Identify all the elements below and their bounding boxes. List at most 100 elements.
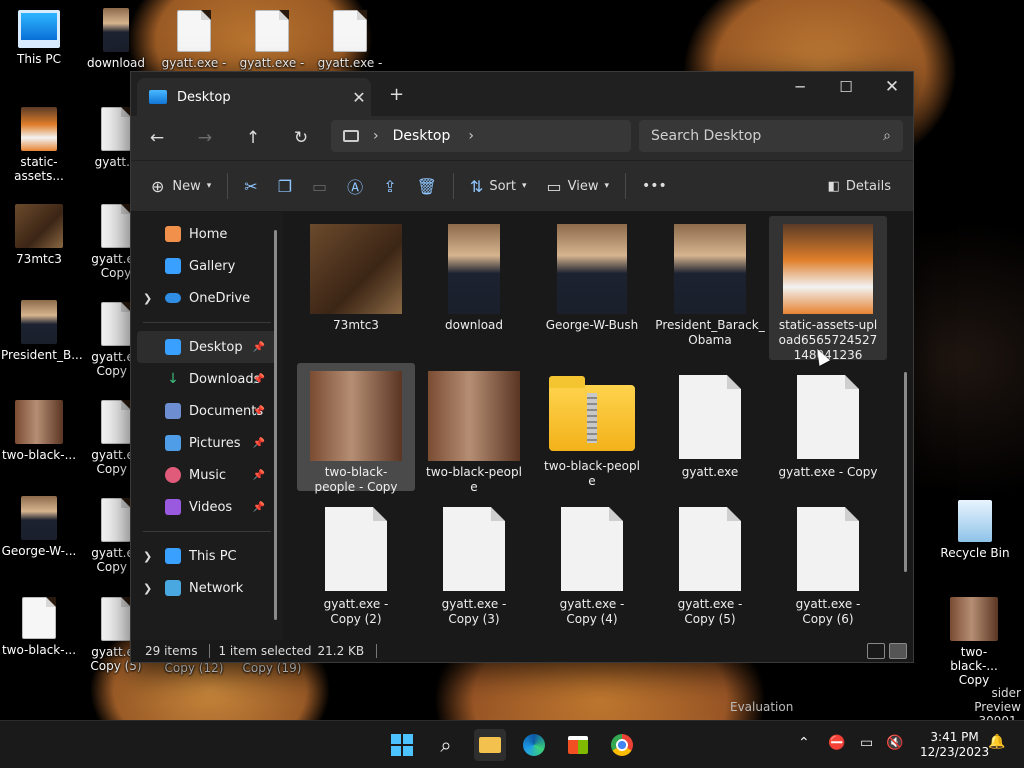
clock[interactable]: 3:41 PM 12/23/2023 — [920, 730, 989, 760]
content-scrollbar[interactable] — [904, 372, 907, 572]
file-item-gyatt-exe-copy-6[interactable]: gyatt.exe - Copy (6) — [769, 495, 887, 627]
file-item-gyatt-exe-copy-5[interactable]: gyatt.exe - Copy (5) — [651, 495, 769, 627]
file-explorer-taskbar-button[interactable] — [474, 729, 506, 761]
desktop-icon-73mtc3[interactable]: 73mtc3 — [1, 204, 77, 266]
sidebar-item-downloads[interactable]: ↓ Downloads 📌 — [131, 363, 283, 395]
chevron-right-icon[interactable]: › — [373, 128, 379, 144]
sidebar-item-network[interactable]: ❯ Network — [131, 572, 283, 604]
tab-desktop[interactable]: Desktop ✕ — [137, 78, 371, 116]
desktop-label-copy-12[interactable]: Copy (12) — [156, 661, 232, 675]
sidebar-item-pictures[interactable]: Pictures 📌 — [131, 427, 283, 459]
notification-bell-icon[interactable]: 🔔 — [988, 734, 1005, 750]
details-button[interactable]: ◧ Details — [818, 168, 901, 204]
refresh-icon[interactable]: ↻ — [277, 128, 325, 148]
search-input[interactable]: Search Desktop ⌕ — [639, 120, 903, 152]
pin-icon[interactable]: 📌 — [253, 406, 265, 417]
chevron-right-icon[interactable]: ❯ — [143, 582, 152, 595]
desktop-icon-two-black[interactable]: two-black-... — [1, 400, 77, 462]
photo-thumbnail — [15, 400, 63, 444]
address-bar[interactable]: › Desktop › — [331, 120, 631, 152]
view-button[interactable]: ▭ View ▾ — [537, 168, 620, 204]
details-view-button[interactable] — [867, 643, 885, 659]
minimize-button[interactable]: ─ — [777, 72, 823, 102]
file-item-gyatt-exe-copy-4[interactable]: gyatt.exe - Copy (4) — [533, 495, 651, 627]
separator — [209, 644, 211, 658]
chevron-right-icon[interactable]: ❯ — [143, 292, 152, 305]
sidebar-item-documents[interactable]: Documents 📌 — [131, 395, 283, 427]
desktop-icon-george[interactable]: George-W-... — [1, 496, 77, 558]
desktop-icon-two-black-copy[interactable]: two-black-... Copy — [936, 597, 1012, 687]
close-button[interactable]: ✕ — [869, 72, 915, 102]
pin-icon[interactable]: 📌 — [253, 470, 265, 481]
rename-button[interactable]: Ⓐ — [337, 168, 373, 204]
file-item-gyatt-exe-copy-2[interactable]: gyatt.exe - Copy (2) — [297, 495, 415, 627]
file-item-president-obama[interactable]: President_Barack_Obama — [651, 216, 769, 348]
sidebar-item-onedrive[interactable]: ❯ OneDrive — [131, 282, 283, 314]
desktop-icon-download[interactable]: download — [78, 8, 154, 70]
file-item-two-black-people-zip[interactable]: two-black-people — [533, 363, 651, 489]
chrome-taskbar-button[interactable] — [606, 729, 638, 761]
new-button[interactable]: ⊕ New ▾ — [141, 168, 221, 204]
search-icon: ⌕ — [440, 733, 452, 757]
network-status-icon[interactable]: ⛔ — [828, 735, 845, 751]
sidebar-scrollbar[interactable] — [274, 230, 277, 620]
desktop-icon-static-assets[interactable]: static-assets... — [1, 107, 77, 183]
chevron-right-icon[interactable]: › — [468, 128, 474, 144]
file-item-download[interactable]: download — [415, 216, 533, 333]
share-button[interactable]: ⇪ — [373, 168, 406, 204]
sidebar-item-desktop[interactable]: Desktop 📌 — [137, 331, 277, 363]
display-icon[interactable]: ▭ — [860, 735, 873, 751]
copy-button[interactable]: ❐ — [268, 168, 302, 204]
paste-button[interactable]: ▭ — [302, 168, 337, 204]
pin-icon[interactable]: 📌 — [253, 374, 265, 385]
pin-icon[interactable]: 📌 — [253, 342, 265, 353]
video-icon — [165, 499, 181, 515]
file-item-static-assets[interactable]: static-assets-upload6565724527148041236 — [769, 216, 887, 362]
file-item-two-black-people-copy[interactable]: two-black-people - Copy — [297, 363, 415, 494]
sidebar-item-this-pc[interactable]: ❯ This PC — [131, 540, 283, 572]
chevron-down-icon: ▾ — [604, 181, 610, 191]
file-item-gyatt-exe[interactable]: gyatt.exe — [651, 363, 769, 480]
edge-taskbar-button[interactable] — [518, 729, 550, 761]
pin-icon[interactable]: 📌 — [253, 438, 265, 449]
file-item-gyatt-exe-copy[interactable]: gyatt.exe - Copy — [769, 363, 887, 480]
cut-button[interactable]: ✂ — [234, 168, 267, 204]
desktop-icon-president[interactable]: President_B... — [1, 300, 83, 362]
start-button[interactable] — [386, 729, 418, 761]
desktop-icon-file[interactable]: gyatt.exe - — [312, 10, 388, 70]
pin-icon[interactable]: 📌 — [253, 502, 265, 513]
sidebar-item-music[interactable]: Music 📌 — [131, 459, 283, 491]
desktop-icon-two-black-file[interactable]: two-black-... — [1, 597, 77, 657]
file-item-73mtc3[interactable]: 73mtc3 — [297, 216, 415, 333]
store-taskbar-button[interactable] — [562, 729, 594, 761]
file-item-two-black-people[interactable]: two-black-people — [415, 363, 533, 495]
chevron-up-icon[interactable]: ⌃ — [798, 735, 810, 751]
close-tab-icon[interactable]: ✕ — [347, 88, 371, 107]
chevron-right-icon[interactable]: ❯ — [143, 550, 152, 563]
more-options-button[interactable]: ••• — [632, 168, 677, 204]
desktop-icon-recycle-bin[interactable]: Recycle Bin — [937, 500, 1013, 560]
search-taskbar-button[interactable]: ⌕ — [430, 729, 462, 761]
back-arrow-icon[interactable]: ← — [133, 128, 181, 148]
large-icons-view-button[interactable] — [889, 643, 907, 659]
title-bar: Desktop ✕ + ─ ☐ ✕ — [131, 72, 913, 116]
sidebar-item-gallery[interactable]: Gallery — [131, 250, 283, 282]
photo-thumbnail — [103, 8, 129, 52]
file-item-george-w-bush[interactable]: George-W-Bush — [533, 216, 651, 333]
sort-button[interactable]: ⇅ Sort ▾ — [460, 168, 537, 204]
new-tab-button[interactable]: + — [389, 84, 404, 105]
forward-arrow-icon[interactable]: → — [181, 128, 229, 148]
breadcrumb-desktop[interactable]: Desktop — [393, 128, 451, 144]
delete-button[interactable]: 🗑 — [407, 168, 447, 204]
desktop-icon-this-pc[interactable]: This PC — [1, 10, 77, 66]
sidebar-item-home[interactable]: Home — [131, 218, 283, 250]
desktop-label-copy-19[interactable]: Copy (19) — [234, 661, 310, 675]
up-arrow-icon[interactable]: ↑ — [229, 128, 277, 148]
maximize-button[interactable]: ☐ — [823, 72, 869, 102]
volume-muted-icon[interactable]: 🔇 — [886, 735, 903, 751]
file-icon — [679, 507, 741, 591]
desktop-icon-file[interactable]: gyatt.exe - — [234, 10, 310, 70]
file-item-gyatt-exe-copy-3[interactable]: gyatt.exe - Copy (3) — [415, 495, 533, 627]
sidebar-item-videos[interactable]: Videos 📌 — [131, 491, 283, 523]
desktop-icon-file[interactable]: gyatt.exe - — [156, 10, 232, 70]
